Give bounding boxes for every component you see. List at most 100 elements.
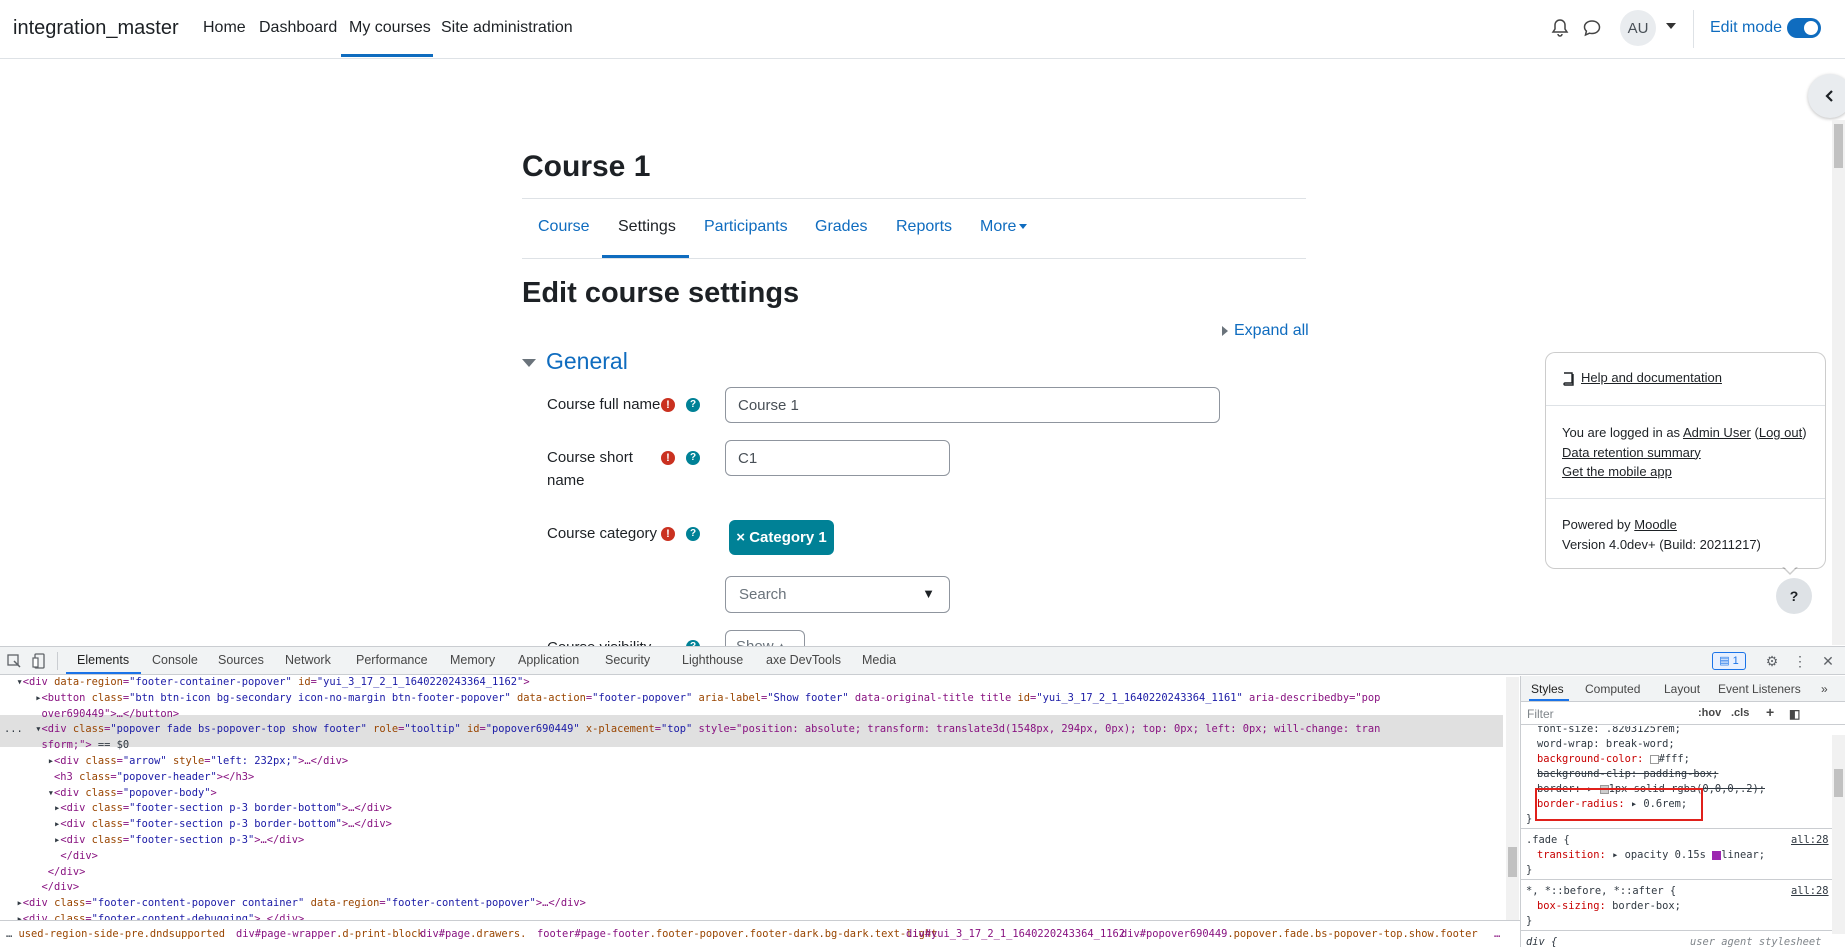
css-source-link[interactable]: all:28	[1791, 884, 1829, 900]
breadcrumb-item[interactable]: div#page.drawers.	[420, 928, 526, 940]
devtools-tab-memory[interactable]: Memory	[450, 653, 495, 667]
node-indent-toggle[interactable]	[4, 850, 60, 862]
dom-tree-node[interactable]: ▸<div class="footer-section p-3 border-b…	[4, 817, 392, 833]
category-badge-remove[interactable]: × Category 1	[729, 520, 834, 555]
css-decl-background-clip[interactable]: background-clip: padding-box;	[1537, 767, 1718, 783]
devtools-tab-sources[interactable]: Sources	[218, 653, 264, 667]
more-options-icon[interactable]: ⋮	[1792, 653, 1808, 669]
dom-tree-node[interactable]: ▸<div class="arrow" style="left: 232px;"…	[4, 754, 348, 770]
page-scrollbar-thumb[interactable]	[1834, 124, 1843, 168]
nav-dashboard[interactable]: Dashboard	[259, 19, 337, 37]
dom-tree-node[interactable]: ▾<div data-region="footer-container-popo…	[4, 676, 530, 691]
data-retention-link[interactable]: Data retention summary	[1562, 445, 1701, 460]
admin-user-link[interactable]: Admin User	[1683, 425, 1751, 440]
devtools-tab-axe[interactable]: axe DevTools	[766, 653, 841, 667]
tab-styles[interactable]: Styles	[1531, 682, 1564, 696]
tab-event-listeners[interactable]: Event Listeners	[1718, 682, 1801, 696]
css-decl-word-wrap[interactable]: word-wrap: break-word;	[1537, 737, 1675, 753]
styles-filter-input[interactable]: Filter	[1527, 707, 1554, 721]
css-decl-transition[interactable]: transition: ▸ opacity 0.15s linear;	[1537, 848, 1765, 864]
tab-computed[interactable]: Computed	[1585, 682, 1640, 696]
node-indent-toggle[interactable]: ▾	[4, 676, 23, 688]
easing-swatch-icon[interactable]	[1712, 850, 1722, 860]
drawer-open-button[interactable]	[1808, 74, 1845, 118]
add-rule-icon[interactable]: +	[1766, 704, 1774, 720]
dom-tree-node[interactable]: over690449">…</button>	[4, 707, 180, 723]
node-indent-toggle[interactable]: ▸	[4, 834, 60, 846]
node-indent-toggle[interactable]	[4, 708, 42, 720]
devtools-tab-performance[interactable]: Performance	[356, 653, 428, 667]
tabs-overflow-icon[interactable]: »	[1821, 682, 1828, 696]
toggle-sidebar-icon[interactable]: ◧	[1789, 707, 1800, 721]
devtools-tab-media[interactable]: Media	[862, 653, 896, 667]
tab-course[interactable]: Course	[538, 218, 590, 236]
nav-site-administration[interactable]: Site administration	[441, 19, 573, 37]
notifications-bell-icon[interactable]	[1550, 18, 1570, 38]
dom-tree-node[interactable]: </div>	[4, 849, 98, 865]
devtools-tab-elements[interactable]: Elements	[77, 653, 129, 667]
dom-scrollbar-thumb[interactable]	[1508, 847, 1517, 877]
node-indent-toggle[interactable]: ▸	[4, 897, 23, 909]
tab-participants[interactable]: Participants	[704, 218, 788, 236]
edit-mode-label[interactable]: Edit mode	[1710, 19, 1782, 37]
devtools-tab-lighthouse[interactable]: Lighthouse	[682, 653, 743, 667]
tab-reports[interactable]: Reports	[896, 218, 952, 236]
help-question-icon[interactable]: ?	[686, 398, 700, 412]
help-documentation-link[interactable]: Help and documentation	[1581, 370, 1722, 385]
dom-tree-node[interactable]: ▾<div class="popover-body">	[4, 786, 217, 802]
user-menu-caret-icon[interactable]	[1666, 23, 1676, 29]
hov-button[interactable]: :hov	[1698, 707, 1721, 719]
general-section-header[interactable]: General	[522, 348, 628, 375]
node-indent-toggle[interactable]	[4, 866, 48, 878]
category-search-select[interactable]: Search ▼	[725, 576, 950, 613]
user-avatar[interactable]: AU	[1620, 10, 1656, 46]
expand-all-link[interactable]: Expand all	[1222, 322, 1309, 340]
course-full-name-input[interactable]	[725, 387, 1220, 423]
node-indent-toggle[interactable]: ▸	[4, 755, 54, 767]
breadcrumb-item[interactable]: …	[1494, 928, 1500, 940]
dom-tree-node[interactable]: ▸<div class="footer-section p-3">…</div>	[4, 833, 304, 849]
dom-tree-scrollbar[interactable]	[1506, 677, 1519, 920]
node-indent-toggle[interactable]	[4, 771, 54, 783]
tab-grades[interactable]: Grades	[815, 218, 867, 236]
devtools-tab-network[interactable]: Network	[285, 653, 331, 667]
breadcrumb-item[interactable]: div#page-wrapper.d-print-block	[236, 928, 424, 940]
dom-tree-node[interactable]: ▸<div class="footer-content-popover cont…	[4, 896, 586, 912]
close-devtools-icon[interactable]: ✕	[1820, 653, 1836, 669]
node-indent-toggle[interactable]: ▸	[4, 913, 23, 920]
help-question-icon[interactable]: ?	[686, 451, 700, 465]
breadcrumb-item[interactable]: div#yui_3_17_2_1_1640220243364_1162	[906, 928, 1125, 940]
node-indent-toggle[interactable]	[4, 739, 42, 751]
styles-scrollbar-thumb[interactable]	[1834, 769, 1843, 797]
mobile-app-link[interactable]: Get the mobile app	[1562, 464, 1672, 479]
dom-tree-node[interactable]: <h3 class="popover-header"></h3>	[4, 770, 254, 786]
css-decl-background-color[interactable]: background-color: #fff;	[1537, 752, 1690, 768]
inspect-element-icon[interactable]	[6, 653, 22, 669]
node-indent-toggle[interactable]: ... ▾	[4, 723, 42, 735]
device-toolbar-icon[interactable]	[32, 653, 48, 669]
help-question-icon[interactable]: ?	[686, 527, 700, 541]
breadcrumb-item[interactable]: … used-region-side-pre.dndsupported	[6, 928, 225, 940]
site-brand[interactable]: integration_master	[13, 17, 179, 40]
node-indent-toggle[interactable]	[4, 881, 42, 893]
css-decl-font-size[interactable]: font-size: .8203125rem;	[1537, 726, 1681, 738]
node-indent-toggle[interactable]: ▾	[4, 787, 54, 799]
breadcrumb-item[interactable]: footer#page-footer.footer-popover.footer…	[537, 928, 937, 940]
issues-badge[interactable]: ▤ 1	[1712, 652, 1746, 670]
messages-chat-icon[interactable]	[1582, 18, 1602, 38]
moodle-link[interactable]: Moodle	[1634, 517, 1677, 532]
devtools-tab-application[interactable]: Application	[518, 653, 579, 667]
dom-tree-node[interactable]: ▸<div class="footer-section p-3 border-b…	[4, 801, 392, 817]
tab-layout[interactable]: Layout	[1664, 682, 1700, 696]
devtools-tab-security[interactable]: Security	[605, 653, 650, 667]
footer-help-button[interactable]: ?	[1776, 578, 1812, 614]
dom-tree-node[interactable]: ... ▾<div class="popover fade bs-popover…	[4, 722, 1380, 738]
dom-tree-node[interactable]: ▸<div class="footer-content-debugging">……	[4, 912, 305, 920]
node-indent-toggle[interactable]: ▸	[4, 818, 60, 830]
course-short-name-input[interactable]	[725, 440, 950, 476]
node-indent-toggle[interactable]: ▸	[4, 692, 41, 704]
elements-dom-tree[interactable]: ▾<div data-region="footer-container-popo…	[0, 676, 1503, 920]
breadcrumb-item[interactable]: div#popover690449.popover.fade.bs-popove…	[1121, 928, 1478, 940]
dom-tree-node[interactable]: sform;"> == $0	[4, 738, 130, 754]
css-decl-box-sizing[interactable]: box-sizing: border-box;	[1537, 899, 1681, 915]
